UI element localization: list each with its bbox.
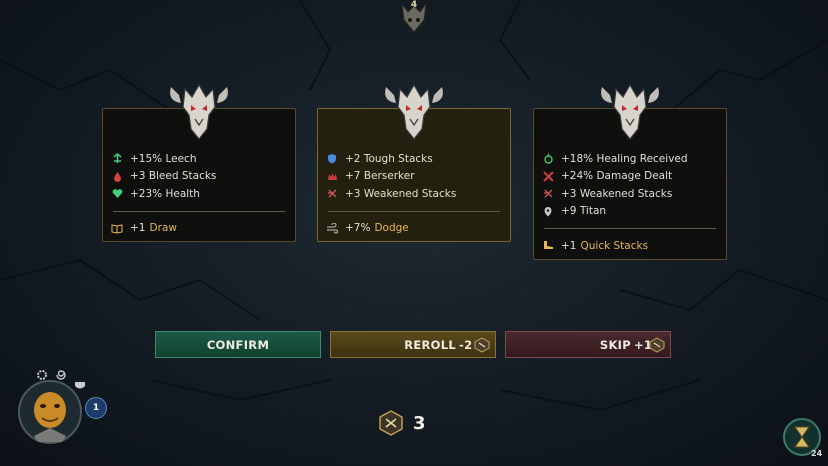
confirm-button[interactable]: CONFIRM [155, 331, 321, 358]
boot-icon [542, 240, 554, 252]
weakened-icon [326, 188, 338, 200]
stat-row: +18% Healing Received [542, 150, 726, 168]
leech-icon [111, 153, 123, 165]
berserker-icon [326, 170, 338, 182]
stat-row: +3 Bleed Stacks [111, 168, 295, 186]
card-bonus: +7% Dodge [318, 212, 510, 245]
book-icon [111, 222, 123, 234]
skip-label: SKIP [599, 337, 631, 352]
bonus-label: Quick Stacks [580, 239, 649, 252]
avatar [18, 380, 82, 444]
die-icon [379, 410, 403, 436]
healing-icon [542, 153, 554, 165]
turn-counter: 24 [811, 449, 823, 458]
reroll-button[interactable]: REROLL -2 [330, 331, 496, 358]
upgrade-card-1[interactable]: +15% Leech +3 Bleed Stacks +23% Health +… [102, 83, 296, 245]
confirm-label: CONFIRM [206, 337, 270, 352]
enemy-level-number: 4 [410, 0, 418, 10]
horned-skull-emblem-icon [385, 83, 443, 140]
horned-skull-emblem-icon [601, 83, 659, 140]
die-icon [649, 337, 665, 353]
stat-row: +15% Leech [111, 150, 295, 168]
stat-text: +3 Weakened Stacks [345, 187, 457, 200]
bonus-label: Dodge [374, 222, 409, 234]
bonus-amount: +7% [345, 222, 371, 234]
bonus-label: Draw [149, 222, 177, 234]
card-bonus: +1 Draw [103, 212, 295, 245]
bleed-icon [111, 170, 123, 182]
die-icon [474, 337, 490, 353]
wind-icon [326, 222, 338, 234]
stat-text: +24% Damage Dealt [561, 170, 673, 183]
stat-text: +7 Berserker [345, 170, 415, 183]
stat-row: +23% Health [111, 185, 295, 203]
titan-icon [542, 205, 554, 217]
player-level-badge: 1 [85, 397, 107, 419]
shield-icon [326, 153, 338, 165]
weakened-icon [542, 188, 554, 200]
enemy-skull-badge: 4 [396, 0, 432, 34]
stat-row: +9 Titan [542, 203, 726, 221]
bonus-amount: +1 [561, 239, 577, 252]
crossed-swords-icon [542, 170, 554, 182]
reroll-cost: -2 [459, 337, 473, 352]
stat-row: +3 Weakened Stacks [542, 185, 726, 203]
upgrade-card-3[interactable]: +18% Healing Received +24% Damage Dealt … [533, 83, 727, 262]
stat-text: +3 Weakened Stacks [561, 187, 673, 200]
skip-button[interactable]: SKIP +1 [505, 331, 671, 358]
stat-row: +2 Tough Stacks [326, 150, 510, 168]
dice-count-number: 3 [413, 412, 426, 434]
dice-counter: 3 [378, 410, 426, 436]
stat-text: +3 Bleed Stacks [130, 170, 217, 183]
stat-text: +9 Titan [561, 205, 607, 218]
bonus-amount: +1 [130, 222, 146, 234]
stat-text: +2 Tough Stacks [345, 152, 433, 165]
stat-row: +3 Weakened Stacks [326, 185, 510, 203]
stat-text: +15% Leech [130, 152, 197, 165]
stat-row: +24% Damage Dealt [542, 168, 726, 186]
player-avatar[interactable] [18, 380, 82, 444]
heart-icon [111, 188, 123, 200]
card-bonus: +1 Quick Stacks [534, 229, 726, 262]
reroll-label: REROLL [404, 337, 456, 352]
stat-text: +18% Healing Received [561, 152, 688, 165]
horned-skull-emblem-icon [170, 83, 228, 140]
upgrade-card-2[interactable]: +2 Tough Stacks +7 Berserker +3 Weakened… [317, 83, 511, 245]
stat-text: +23% Health [130, 187, 200, 200]
stat-row: +7 Berserker [326, 168, 510, 186]
